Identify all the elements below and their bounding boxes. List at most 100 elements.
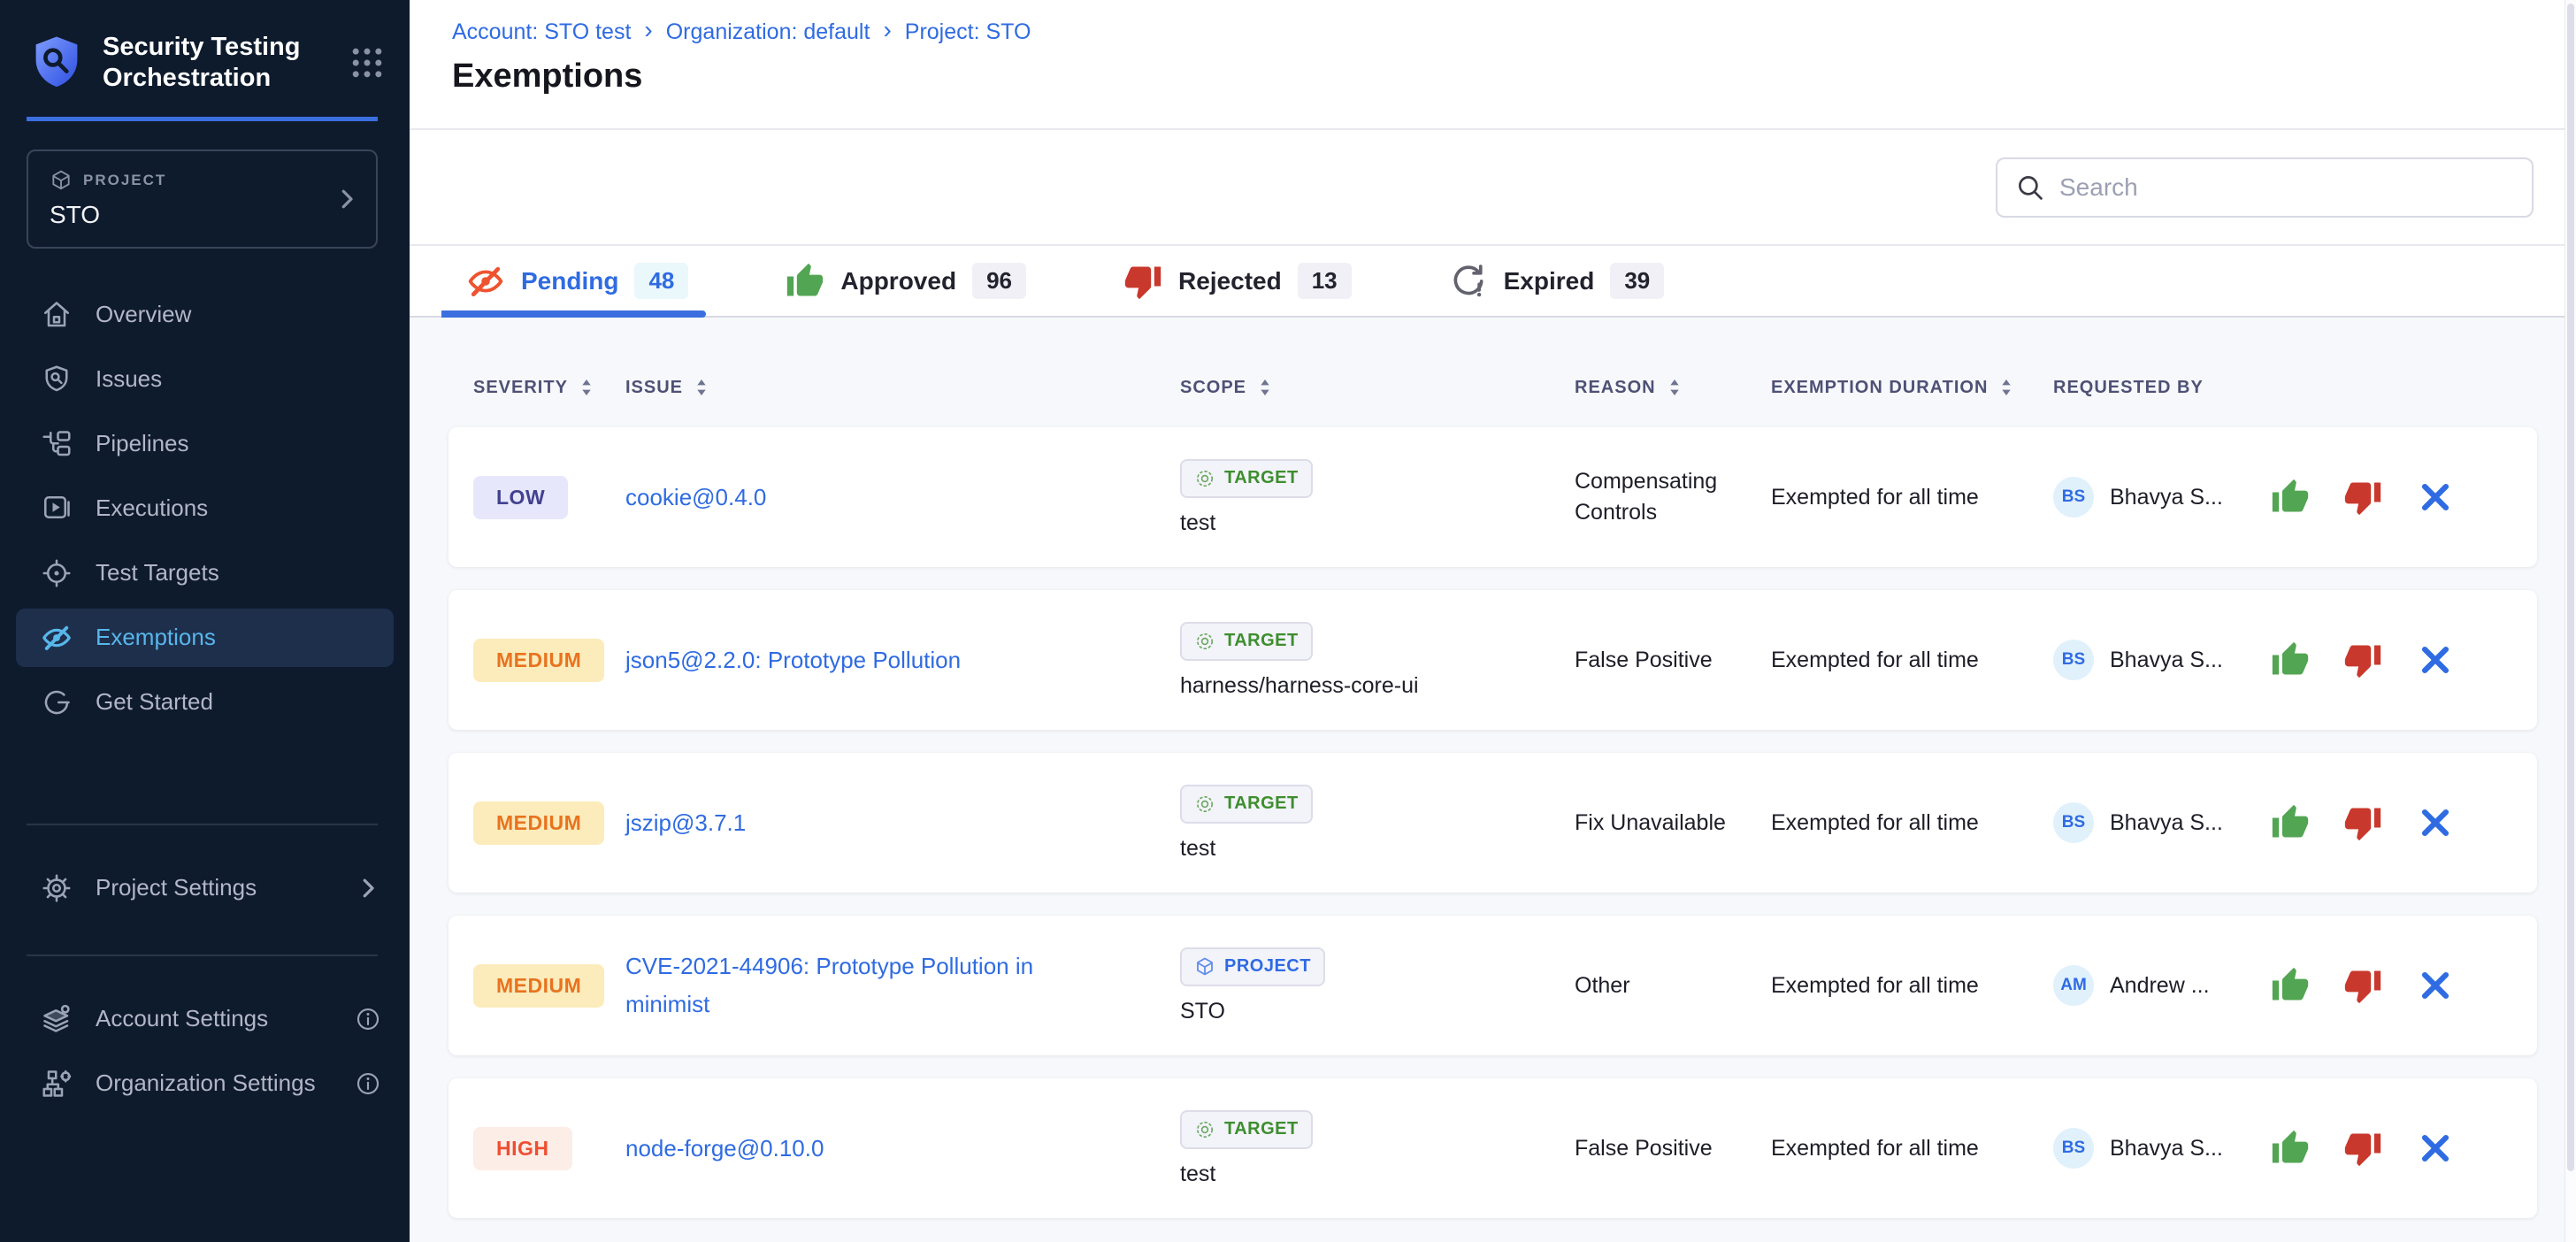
- cancel-request-button[interactable]: [2416, 640, 2455, 679]
- cancel-request-button[interactable]: [2416, 478, 2455, 517]
- sort-icon[interactable]: [579, 376, 594, 399]
- org-chart-icon: [41, 1068, 73, 1100]
- exemption-row: MEDIUMjszip@3.7.1TARGETtestFix Unavailab…: [448, 753, 2537, 893]
- cancel-request-button[interactable]: [2416, 1129, 2455, 1168]
- cancel-request-button[interactable]: [2416, 803, 2455, 842]
- sort-icon[interactable]: [1668, 376, 1682, 399]
- requester-avatar: AM: [2053, 965, 2094, 1006]
- executions-icon: [41, 493, 73, 525]
- sidebar-item-label: Executions: [96, 494, 208, 522]
- tab-label: Pending: [521, 267, 618, 295]
- requester-avatar: BS: [2053, 802, 2094, 843]
- scope-type: TARGET: [1224, 631, 1299, 651]
- cancel-request-button[interactable]: [2416, 966, 2455, 1005]
- sidebar-item-overview[interactable]: Overview: [16, 286, 394, 344]
- reject-button[interactable]: [2343, 640, 2382, 679]
- column-label: SEVERITY: [473, 378, 568, 398]
- approve-button[interactable]: [2271, 1129, 2310, 1168]
- sidebar-item-account-settings[interactable]: Account Settings: [16, 990, 394, 1048]
- tab-label: Approved: [840, 267, 956, 295]
- column-header-issue[interactable]: ISSUE: [625, 376, 1180, 399]
- scope-type: TARGET: [1224, 1119, 1299, 1139]
- sidebar-item-get-started[interactable]: Get Started: [16, 673, 394, 732]
- sidebar: Security Testing Orchestration PROJECT S…: [0, 0, 410, 1242]
- issue-link[interactable]: CVE-2021-44906: Prototype Pollution in m…: [625, 947, 1085, 1024]
- tab-label: Rejected: [1178, 267, 1282, 295]
- sort-icon[interactable]: [694, 376, 709, 399]
- column-label: SCOPE: [1180, 378, 1246, 398]
- sidebar-item-organization-settings[interactable]: Organization Settings: [16, 1054, 394, 1113]
- approve-button[interactable]: [2271, 803, 2310, 842]
- exemption-duration: Exempted for all time: [1771, 810, 2053, 836]
- sidebar-item-label: Issues: [96, 365, 162, 393]
- search-input[interactable]: [2059, 173, 2514, 202]
- account-layers-icon: [41, 1003, 73, 1035]
- info-icon: [355, 1006, 381, 1032]
- approve-button[interactable]: [2271, 478, 2310, 517]
- tab-rejected[interactable]: Rejected13: [1109, 246, 1366, 316]
- approve-button[interactable]: [2271, 640, 2310, 679]
- sidebar-footer-top: Project Settings: [0, 859, 410, 917]
- requester-name: Andrew ...: [2110, 973, 2210, 999]
- scrollbar-thumb[interactable]: [2567, 4, 2574, 1171]
- reject-button[interactable]: [2343, 1129, 2382, 1168]
- requester-name: Bhavya S...: [2110, 648, 2223, 673]
- breadcrumb-link-2[interactable]: Project: STO: [905, 19, 1031, 45]
- column-header-exemption-duration[interactable]: EXEMPTION DURATION: [1771, 376, 2053, 399]
- sort-icon[interactable]: [1999, 376, 2013, 399]
- requester-name: Bhavya S...: [2110, 1136, 2223, 1162]
- tab-approved[interactable]: Approved96: [771, 246, 1040, 316]
- cube-icon: [50, 169, 73, 192]
- sidebar-item-pipelines[interactable]: Pipelines: [16, 415, 394, 473]
- column-header-severity[interactable]: SEVERITY: [473, 376, 625, 399]
- app-header: Security Testing Orchestration: [0, 0, 410, 94]
- column-label: EXEMPTION DURATION: [1771, 378, 1988, 398]
- column-header-scope[interactable]: SCOPE: [1180, 376, 1575, 399]
- reject-button[interactable]: [2343, 803, 2382, 842]
- apps-grid-icon[interactable]: [348, 43, 387, 82]
- scope-name: test: [1180, 1162, 1215, 1187]
- sort-icon[interactable]: [1258, 376, 1272, 399]
- requester-avatar: BS: [2053, 477, 2094, 518]
- eye-off-icon: [41, 622, 73, 654]
- sidebar-item-executions[interactable]: Executions: [16, 479, 394, 538]
- scope-badge: TARGET: [1180, 622, 1313, 661]
- sidebar-item-label: Pipelines: [96, 430, 189, 457]
- breadcrumb-separator: ›: [644, 18, 652, 46]
- info-icon: [355, 1070, 381, 1097]
- column-header-reason[interactable]: REASON: [1575, 376, 1771, 399]
- tab-label: Expired: [1504, 267, 1595, 295]
- breadcrumb-link-0[interactable]: Account: STO test: [452, 19, 631, 45]
- sidebar-item-exemptions[interactable]: Exemptions: [16, 609, 394, 667]
- sidebar-item-project-settings[interactable]: Project Settings: [16, 859, 394, 917]
- issue-link[interactable]: json5@2.2.0: Prototype Pollution: [625, 641, 961, 679]
- page-title: Exemptions: [452, 58, 2534, 96]
- reject-button[interactable]: [2343, 478, 2382, 517]
- issue-link[interactable]: node-forge@0.10.0: [625, 1130, 824, 1168]
- exemption-row: MEDIUMjson5@2.2.0: Prototype PollutionTA…: [448, 590, 2537, 730]
- sidebar-item-test-targets[interactable]: Test Targets: [16, 544, 394, 602]
- target-scope-icon: [1194, 468, 1215, 489]
- issue-link[interactable]: jszip@3.7.1: [625, 804, 746, 842]
- approve-button[interactable]: [2271, 966, 2310, 1005]
- sidebar-item-issues[interactable]: Issues: [16, 350, 394, 409]
- table-rows: LOWcookie@0.4.0TARGETtestCompensating Co…: [448, 427, 2537, 1218]
- toolbar: [410, 130, 2576, 246]
- sidebar-divider: [27, 824, 378, 825]
- reject-button[interactable]: [2343, 966, 2382, 1005]
- sidebar-item-label: Project Settings: [96, 874, 257, 901]
- tab-expired[interactable]: Expired39: [1435, 246, 1679, 316]
- exemption-duration: Exempted for all time: [1771, 1136, 2053, 1162]
- page-header: Account: STO test›Organization: default›…: [410, 0, 2576, 130]
- breadcrumb-link-1[interactable]: Organization: default: [666, 19, 870, 45]
- exemption-row: HIGHnode-forge@0.10.0TARGETtestFalse Pos…: [448, 1078, 2537, 1218]
- scope-badge: TARGET: [1180, 459, 1313, 498]
- accent-divider: [27, 117, 378, 121]
- target-icon: [41, 557, 73, 589]
- project-selector[interactable]: PROJECT STO: [27, 150, 378, 249]
- pipelines-icon: [41, 428, 73, 460]
- tab-pending[interactable]: Pending48: [452, 246, 702, 316]
- thumbs-up-icon: [786, 262, 824, 301]
- issue-link[interactable]: cookie@0.4.0: [625, 479, 766, 517]
- scope-name: test: [1180, 510, 1215, 536]
